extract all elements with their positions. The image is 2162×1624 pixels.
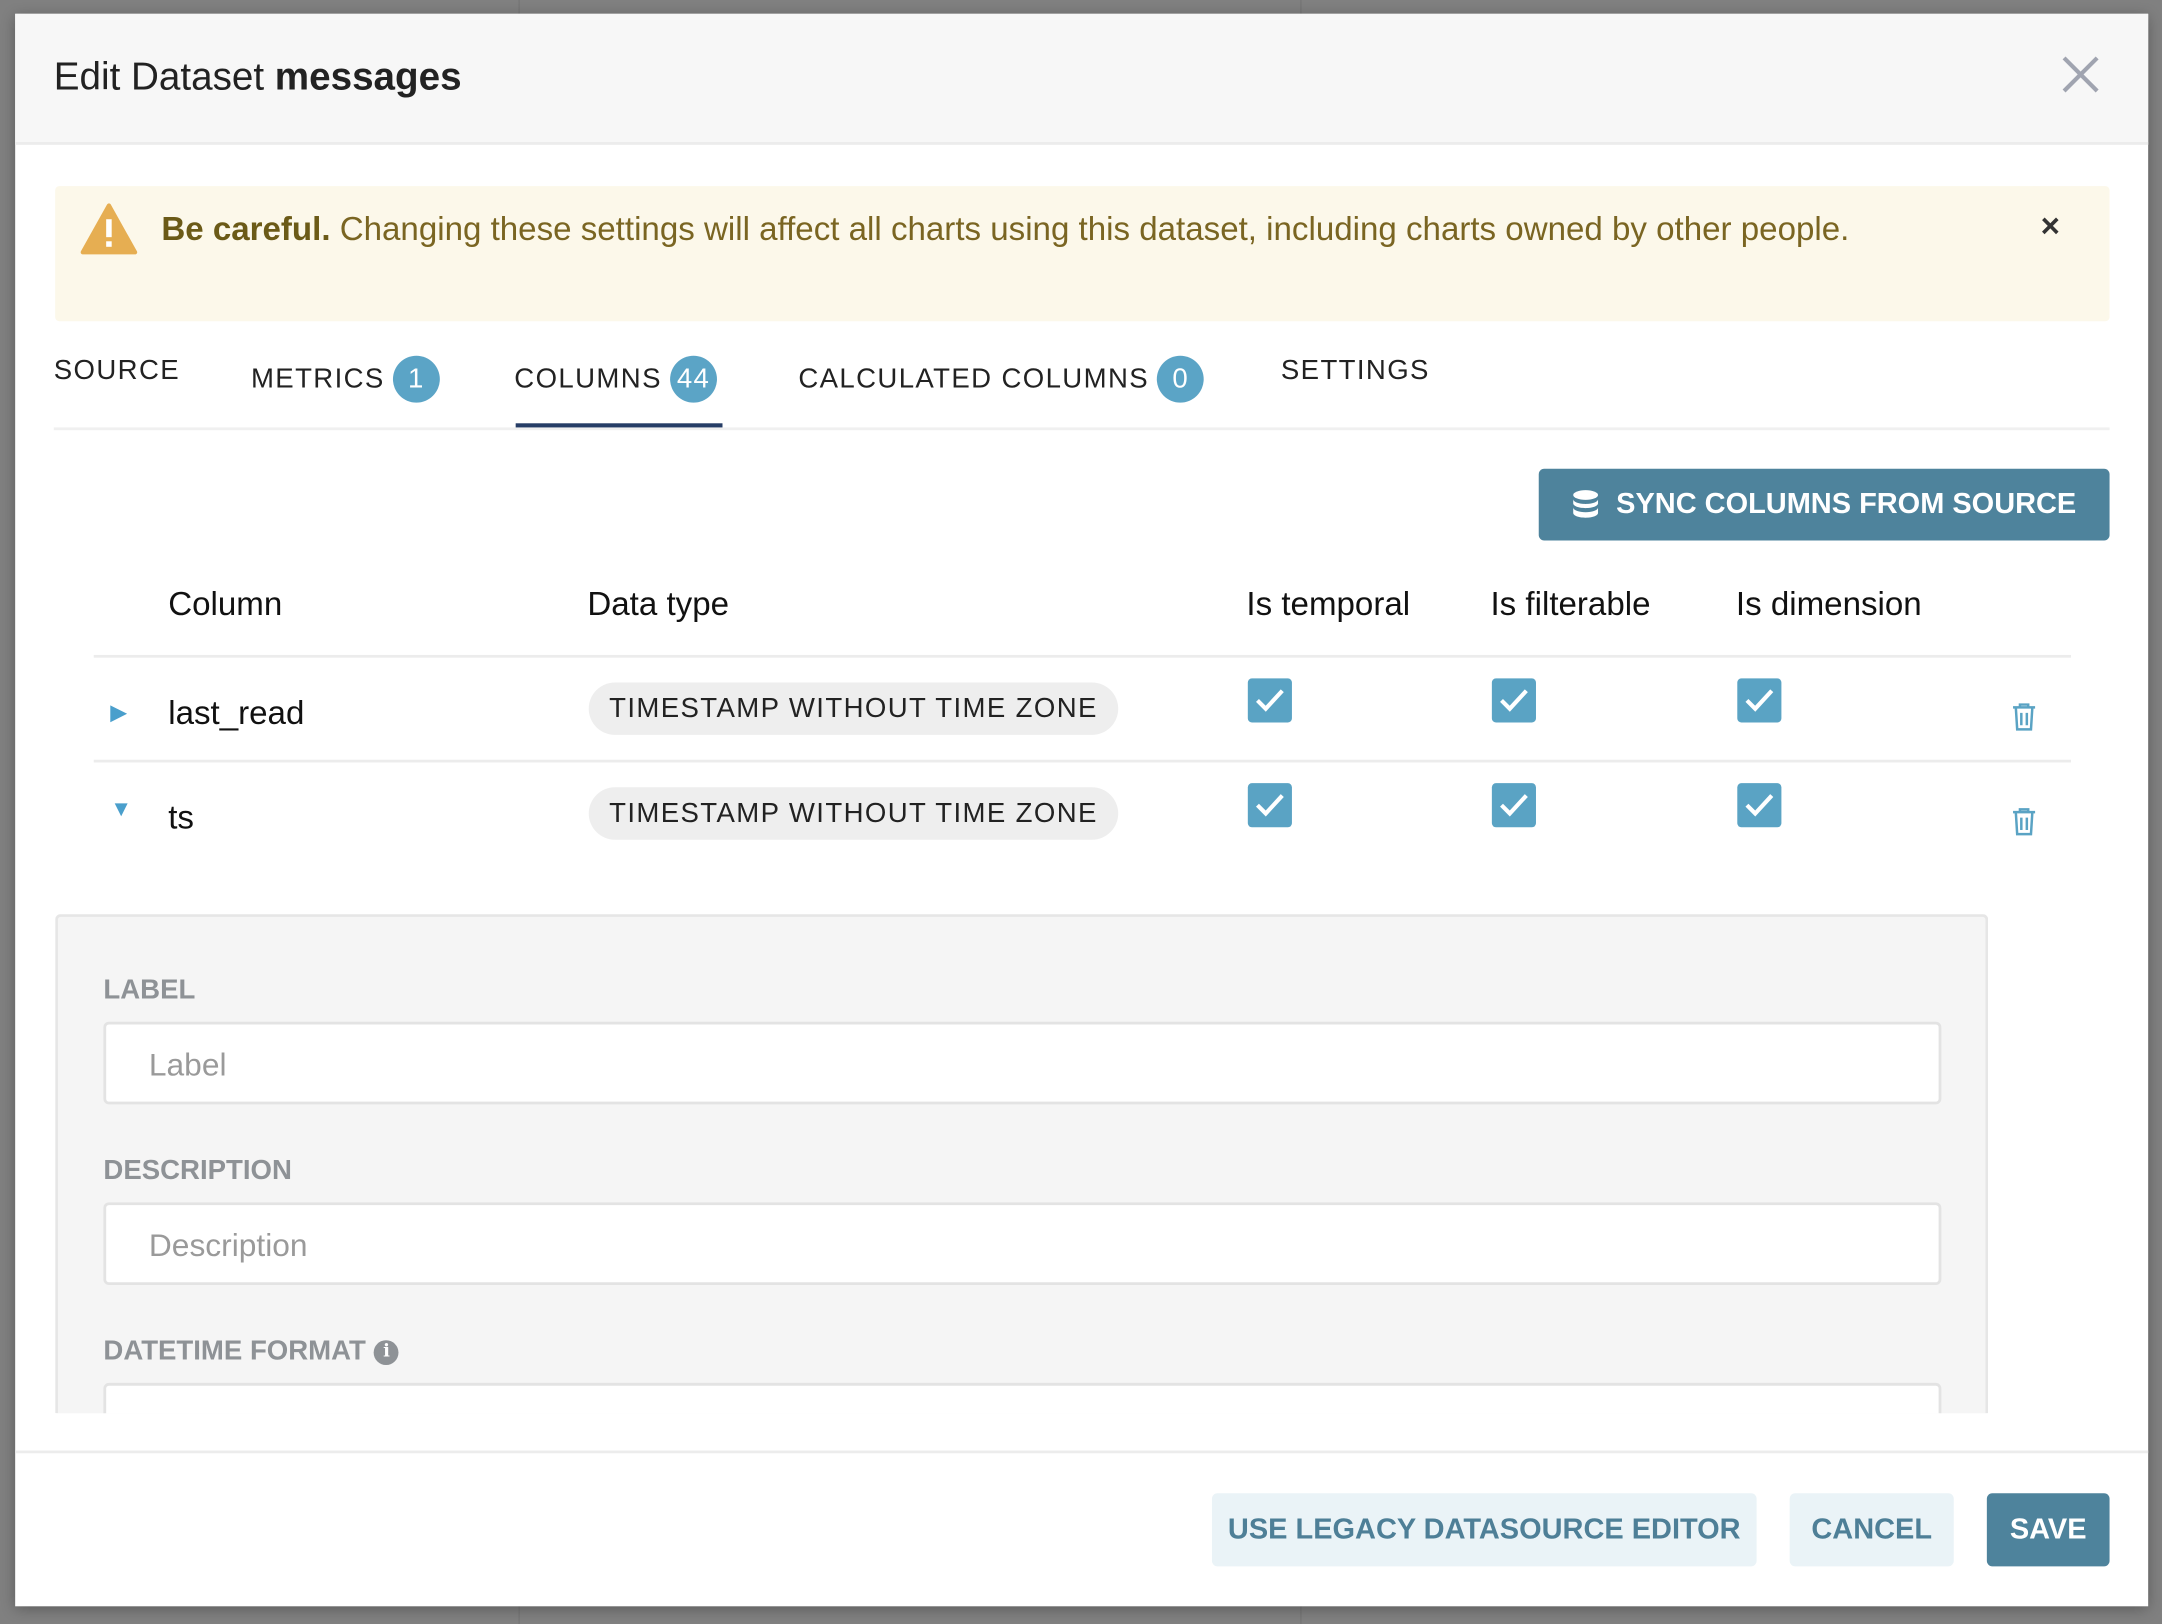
trash-icon[interactable] [2010,807,2038,837]
header-is-temporal: Is temporal [1246,586,1410,625]
alert-strong: Be careful. [161,211,330,248]
description-placeholder: Description [149,1227,308,1263]
label-field-title: LABEL [103,975,195,1007]
label-input[interactable]: Label [103,1022,1941,1105]
use-legacy-editor-button[interactable]: USE LEGACY DATASOURCE EDITOR [1212,1493,1757,1566]
cancel-button[interactable]: CANCEL [1790,1493,1954,1566]
alert-message: Be careful. Changing these settings will… [161,203,1940,257]
title-prefix: Edit Dataset [54,55,264,98]
count-badge: 1 [393,356,440,403]
tab-bar: SOURCE METRICS1 COLUMNS44 CALCULATED COL… [54,345,2110,430]
sync-columns-button[interactable]: SYNC COLUMNS FROM SOURCE [1539,469,2110,541]
column-name: ts [168,800,194,839]
is-filterable-checkbox[interactable] [1492,783,1536,827]
tab-label: SETTINGS [1281,356,1430,388]
is-temporal-checkbox[interactable] [1248,678,1292,722]
data-type-pill: TIMESTAMP WITHOUT TIME ZONE [589,787,1118,839]
dataset-name: messages [275,55,462,98]
table-row: ▼ ts TIMESTAMP WITHOUT TIME ZONE [15,767,2148,866]
sync-label: SYNC COLUMNS FROM SOURCE [1616,488,2076,521]
expand-caret-icon[interactable]: ▶ [110,699,127,727]
alert-text: Changing these settings will affect all … [331,211,1850,248]
check-icon [1253,687,1286,715]
info-icon[interactable]: i [374,1340,399,1365]
header-column: Column [168,586,282,625]
tab-label: SOURCE [54,356,180,388]
count-badge: 0 [1157,356,1204,403]
tab-settings[interactable]: SETTINGS [1281,356,1430,388]
description-field-title: DESCRIPTION [103,1155,291,1187]
divider [94,760,2071,763]
tab-calculated-columns[interactable]: CALCULATED COLUMNS0 [798,356,1204,403]
column-name: last_read [168,695,304,734]
footer-divider [15,1450,2148,1453]
is-temporal-checkbox[interactable] [1248,783,1292,827]
collapse-caret-icon[interactable]: ▼ [110,798,132,823]
tab-metrics[interactable]: METRICS1 [251,356,440,403]
tab-label: METRICS [251,363,385,395]
tab-columns[interactable]: COLUMNS44 [514,356,717,403]
description-input[interactable]: Description [103,1202,1941,1285]
datetime-format-title: DATETIME FORMAT i [103,1336,399,1368]
modal-title: Edit Dataset messages [54,55,462,99]
datetime-format-input[interactable] [103,1383,1941,1413]
modal-header: Edit Dataset messages [15,14,2148,145]
check-icon [1743,791,1776,819]
close-icon[interactable] [2056,52,2106,102]
is-dimension-checkbox[interactable] [1737,783,1781,827]
check-icon [1253,791,1286,819]
label-placeholder: Label [149,1047,227,1083]
tab-source[interactable]: SOURCE [54,356,180,388]
header-data-type: Data type [587,586,729,625]
alert-close-button[interactable]: × [2041,208,2060,247]
tab-label: CALCULATED COLUMNS [798,363,1149,395]
warning-alert: Be careful. Changing these settings will… [55,186,2109,321]
active-tab-indicator [516,423,723,427]
edit-dataset-modal: Edit Dataset messages Be careful. Changi… [15,14,2148,1607]
check-icon [1497,791,1530,819]
tab-label: COLUMNS [514,363,662,395]
check-icon [1497,687,1530,715]
data-type-pill: TIMESTAMP WITHOUT TIME ZONE [589,683,1118,735]
check-icon [1743,687,1776,715]
header-is-dimension: Is dimension [1736,586,1922,625]
is-dimension-checkbox[interactable] [1737,678,1781,722]
count-badge: 44 [670,356,717,403]
trash-icon[interactable] [2010,702,2038,732]
header-is-filterable: Is filterable [1490,586,1650,625]
column-details-panel: LABEL Label DESCRIPTION Description DATE… [55,914,1988,1413]
warning-icon [80,203,138,255]
save-button[interactable]: SAVE [1987,1493,2110,1566]
is-filterable-checkbox[interactable] [1492,678,1536,722]
datetime-format-label: DATETIME FORMAT [103,1336,365,1366]
table-row: ▶ last_read TIMESTAMP WITHOUT TIME ZONE [15,662,2148,761]
database-icon [1572,489,1600,519]
divider [94,655,2071,658]
